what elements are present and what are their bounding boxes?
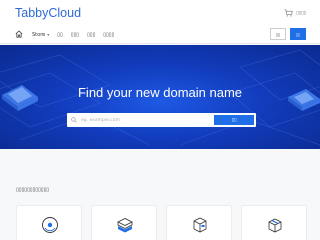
nav-item-label: ▯▯▯▯ [103,31,115,38]
product-card-2[interactable] [91,205,157,240]
disc-icon [42,217,58,233]
domain-search-input[interactable] [81,113,211,127]
product-card-3[interactable] [166,205,232,240]
nav-item-label: ▯▯▯ [70,31,80,38]
auth-buttons: ▯▯ ▯▯ [270,28,306,40]
nav-menu: Store ▾ ▯▯ ▯▯▯ ▯▯▯ ▯▯▯▯ [32,27,114,42]
account-label: ▯▯▯▯ [296,10,306,16]
nav-item-5[interactable]: ▯▯▯▯ [103,32,114,38]
products-heading: ▯▯▯▯▯▯▯▯▯▯▯▯ [16,187,50,193]
search-icon [71,117,77,123]
nav-item-label: ▯▯ [57,31,63,38]
hero-title: Find your new domain name [77,85,243,100]
login-button[interactable]: ▯▯ [270,28,286,40]
nav-item-3[interactable]: ▯▯▯ [71,32,79,38]
domain-search-box: ▯▯ [67,113,256,127]
nav-item-2[interactable]: ▯▯ [57,32,63,38]
nav-item-store[interactable]: Store ▾ [32,32,49,38]
hero-banner: Find your new domain name ▯▯ [0,45,320,149]
product-card-1[interactable] [16,205,82,240]
nav-item-4[interactable]: ▯▯▯ [87,32,95,38]
main-nav: Store ▾ ▯▯ ▯▯▯ ▯▯▯ ▯▯▯▯ ▯▯ ▯▯ [0,27,320,44]
top-bar: TabbyCloud ▯▯▯▯ [0,0,320,27]
nav-item-label: ▯▯▯ [87,31,96,38]
box-icon [193,217,207,233]
package-icon [268,218,282,233]
account-link[interactable]: ▯▯▯▯ [284,9,306,17]
home-icon[interactable] [15,30,23,38]
search-button[interactable]: ▯▯ [214,115,254,125]
product-cards [16,205,307,240]
nav-item-label: Store [32,31,46,38]
chevron-down-icon: ▾ [47,32,50,37]
product-card-4[interactable] [241,205,307,240]
cart-icon [284,9,293,17]
brand-logo[interactable]: TabbyCloud [15,6,81,20]
server-stack-icon [117,218,133,233]
signup-button[interactable]: ▯▯ [290,28,306,40]
